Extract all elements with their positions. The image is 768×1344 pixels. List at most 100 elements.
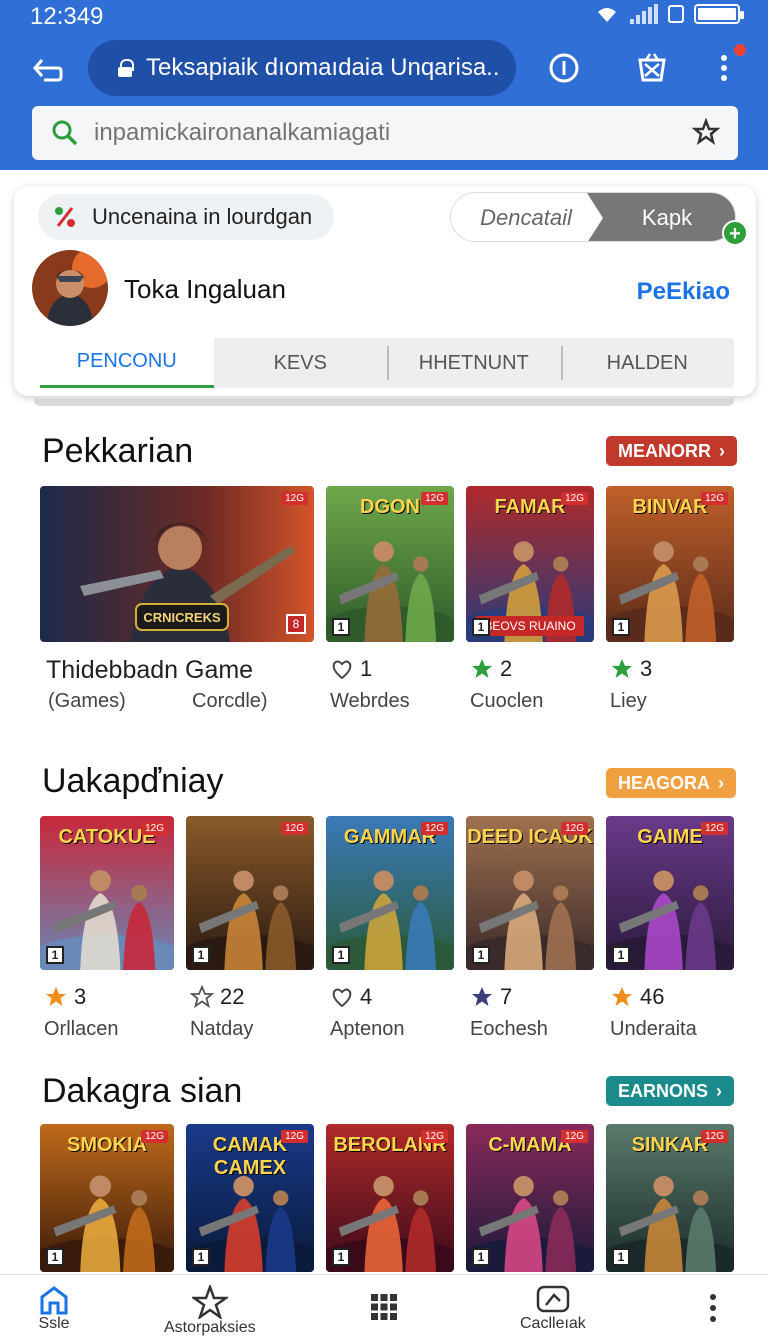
star-orange-icon xyxy=(612,987,632,1006)
tab-3[interactable]: HALDEN xyxy=(560,338,735,388)
nav-home[interactable]: Ssle xyxy=(38,1285,70,1333)
chevron-right-icon: › xyxy=(719,440,725,461)
grid-icon xyxy=(371,1294,397,1320)
avatar[interactable] xyxy=(32,250,108,326)
info-icon xyxy=(549,53,579,83)
bookmark-star-icon[interactable] xyxy=(692,118,720,146)
game-tile[interactable]: GAMMAR 12G 1 xyxy=(326,816,454,970)
rating-value: 22 xyxy=(220,984,245,1009)
nav-home-label: Ssle xyxy=(38,1315,70,1332)
nav-library-label: Caclleıak xyxy=(520,1315,586,1332)
tile-rating-mark: 1 xyxy=(46,946,64,964)
game-tile[interactable]: BINVAR 12G 1 xyxy=(606,486,734,642)
menu-button[interactable] xyxy=(706,44,746,86)
chevron-right-icon: › xyxy=(716,1080,723,1101)
section-title-1: Pekkarian xyxy=(42,432,194,470)
tile-rating-mark: 1 xyxy=(612,1248,630,1266)
featured-game-sub-left: (Games) xyxy=(48,690,126,712)
section-3-more-button[interactable]: EARNONS › xyxy=(606,1076,735,1106)
featured-art-title: CRNICREKS xyxy=(143,610,221,625)
tile-badge: 12G xyxy=(701,822,728,835)
tile-badge: 12G xyxy=(421,822,448,835)
segment-control: Dencatail Kapk xyxy=(450,192,736,242)
featured-game-tile[interactable]: CRNICREKS 12G 8 xyxy=(40,486,314,642)
tile-label: Natday xyxy=(190,1018,254,1040)
tile-label: Liey xyxy=(610,690,647,712)
tab-2[interactable]: HHETNUNT xyxy=(387,338,561,388)
game-tile[interactable]: FAMAR 12G BEOVS RUAINO 1 xyxy=(466,486,594,642)
game-tile[interactable]: SINKAR 12G 1 xyxy=(606,1124,734,1272)
nav-library[interactable]: Caclleıak xyxy=(520,1285,586,1333)
section-1-more-button[interactable]: MEANORR › xyxy=(606,436,737,466)
rating-value: 4 xyxy=(360,984,373,1009)
profile-card: Uncenaina in lourdgan Dencatail Kapk + T… xyxy=(14,186,756,396)
promo-chip[interactable]: Uncenaina in lourdgan xyxy=(38,194,334,240)
section-3-more-label: EARNONS xyxy=(618,1080,709,1101)
tile-badge: 12G xyxy=(421,492,448,505)
tile-rating-mark: 1 xyxy=(472,946,490,964)
tile-rating-mark: 1 xyxy=(612,618,630,636)
tile-label: Underaita xyxy=(610,1018,697,1040)
heart-outline-icon xyxy=(332,660,352,680)
tile-rating: 4 xyxy=(330,984,372,1010)
back-button[interactable] xyxy=(28,50,68,90)
search-input[interactable] xyxy=(94,119,654,147)
game-tile[interactable]: 12G 1 xyxy=(186,816,314,970)
sim-icon xyxy=(668,5,684,23)
tile-badge: 12G xyxy=(561,822,588,835)
section-2-more-button[interactable]: HEAGORA › xyxy=(606,768,737,798)
info-button[interactable] xyxy=(546,50,582,86)
wifi-icon xyxy=(598,8,616,22)
segment-left-option[interactable]: Dencatail xyxy=(451,193,601,241)
game-tile[interactable]: GAIME 12G 1 xyxy=(606,816,734,970)
search-icon xyxy=(52,120,78,146)
segment-right-option[interactable]: Kapk xyxy=(587,193,735,241)
chevron-right-icon: › xyxy=(718,772,725,793)
game-tile[interactable]: C-MAMA 12G 1 xyxy=(466,1124,594,1272)
lock-icon xyxy=(118,59,134,77)
tile-badge: 12G xyxy=(421,1130,448,1143)
add-button[interactable]: + xyxy=(722,220,748,246)
tile-age-badge: 8 xyxy=(286,614,306,634)
tab-0[interactable]: PENCONU xyxy=(40,338,214,388)
nav-favorites[interactable]: Astorpaksies xyxy=(164,1285,256,1337)
tile-badge: 12G xyxy=(561,1130,588,1143)
nav-more[interactable] xyxy=(708,1293,718,1323)
avatar-image xyxy=(32,250,108,326)
tile-rating-mark: 1 xyxy=(332,618,350,636)
game-tile[interactable]: BEROLANR 12G 1 xyxy=(326,1124,454,1272)
tile-rating-mark: 1 xyxy=(192,1248,210,1266)
game-tile[interactable]: CATOKUE 12G 1 xyxy=(40,816,174,970)
more-vertical-icon xyxy=(721,55,727,81)
tile-badge: 12G xyxy=(701,1130,728,1143)
tile-label: Eochesh xyxy=(470,1018,548,1040)
user-link[interactable]: PeEkiao xyxy=(637,278,730,306)
tab-1[interactable]: KEVS xyxy=(214,338,388,388)
star-outline-icon xyxy=(190,985,214,1009)
game-tile[interactable]: SMOKIA 12G 1 xyxy=(40,1124,174,1272)
bottom-navigation: Ssle Astorpaksies Caclleıak xyxy=(0,1274,768,1344)
tile-rating: 2 xyxy=(470,656,512,682)
search-bar[interactable] xyxy=(32,106,738,160)
section-title-2: Uakapďniay xyxy=(42,762,224,800)
rating-value: 1 xyxy=(360,656,373,681)
tile-label: Cuoclen xyxy=(470,690,544,712)
section-title-3: Dakagra sian xyxy=(42,1072,243,1110)
tile-badge: 12G xyxy=(281,492,308,505)
tile-rating: 1 xyxy=(330,656,372,682)
rating-value: 7 xyxy=(500,984,513,1009)
game-tile[interactable]: DEED ICAOK 12G 1 xyxy=(466,816,594,970)
home-icon xyxy=(40,1286,68,1315)
nav-apps[interactable] xyxy=(370,1293,398,1321)
signal-icon xyxy=(630,4,658,24)
address-bar[interactable]: Teksapiaik dıomaıdaia Unqarisa.. xyxy=(88,40,516,96)
game-tile[interactable]: DGON 12G 1 xyxy=(326,486,454,642)
tile-rating: 3 xyxy=(44,984,86,1010)
basket-button[interactable] xyxy=(634,50,670,86)
back-arrow-icon xyxy=(33,59,63,82)
tile-banner: BEOVS RUAINO xyxy=(476,616,584,636)
tile-label: Webrdes xyxy=(330,690,410,712)
game-tile[interactable]: CAMAK CAMEX 12G 1 xyxy=(186,1124,314,1272)
heart-outline-icon xyxy=(332,988,352,1008)
tile-rating-mark: 1 xyxy=(332,1248,350,1266)
